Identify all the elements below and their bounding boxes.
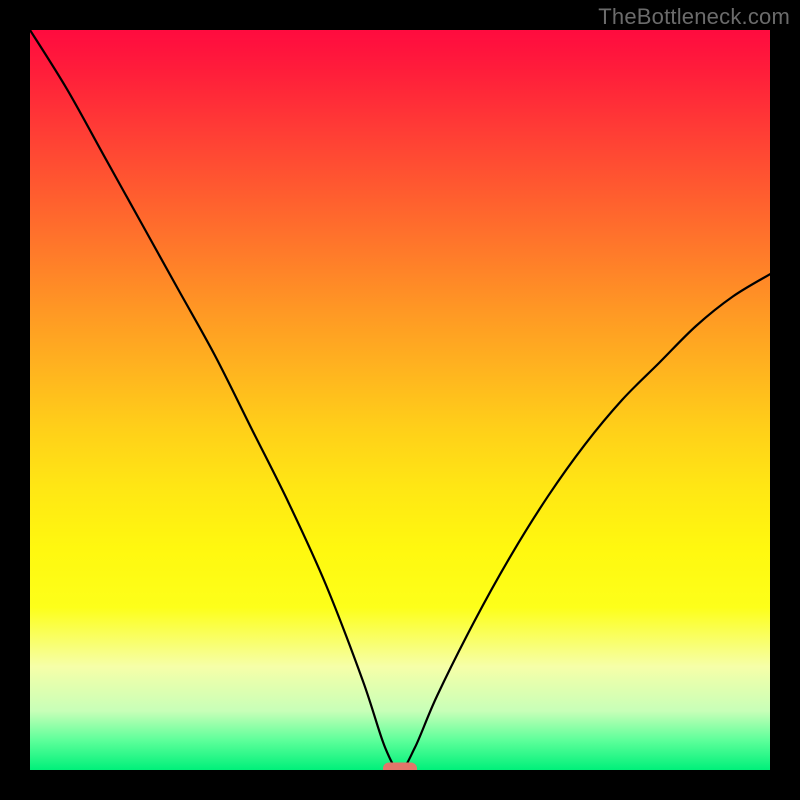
bottleneck-curve: [30, 30, 770, 770]
optimal-marker: [383, 763, 417, 771]
curve-layer: [30, 30, 770, 770]
chart-frame: TheBottleneck.com: [0, 0, 800, 800]
watermark-text: TheBottleneck.com: [598, 4, 790, 30]
plot-area: [30, 30, 770, 770]
